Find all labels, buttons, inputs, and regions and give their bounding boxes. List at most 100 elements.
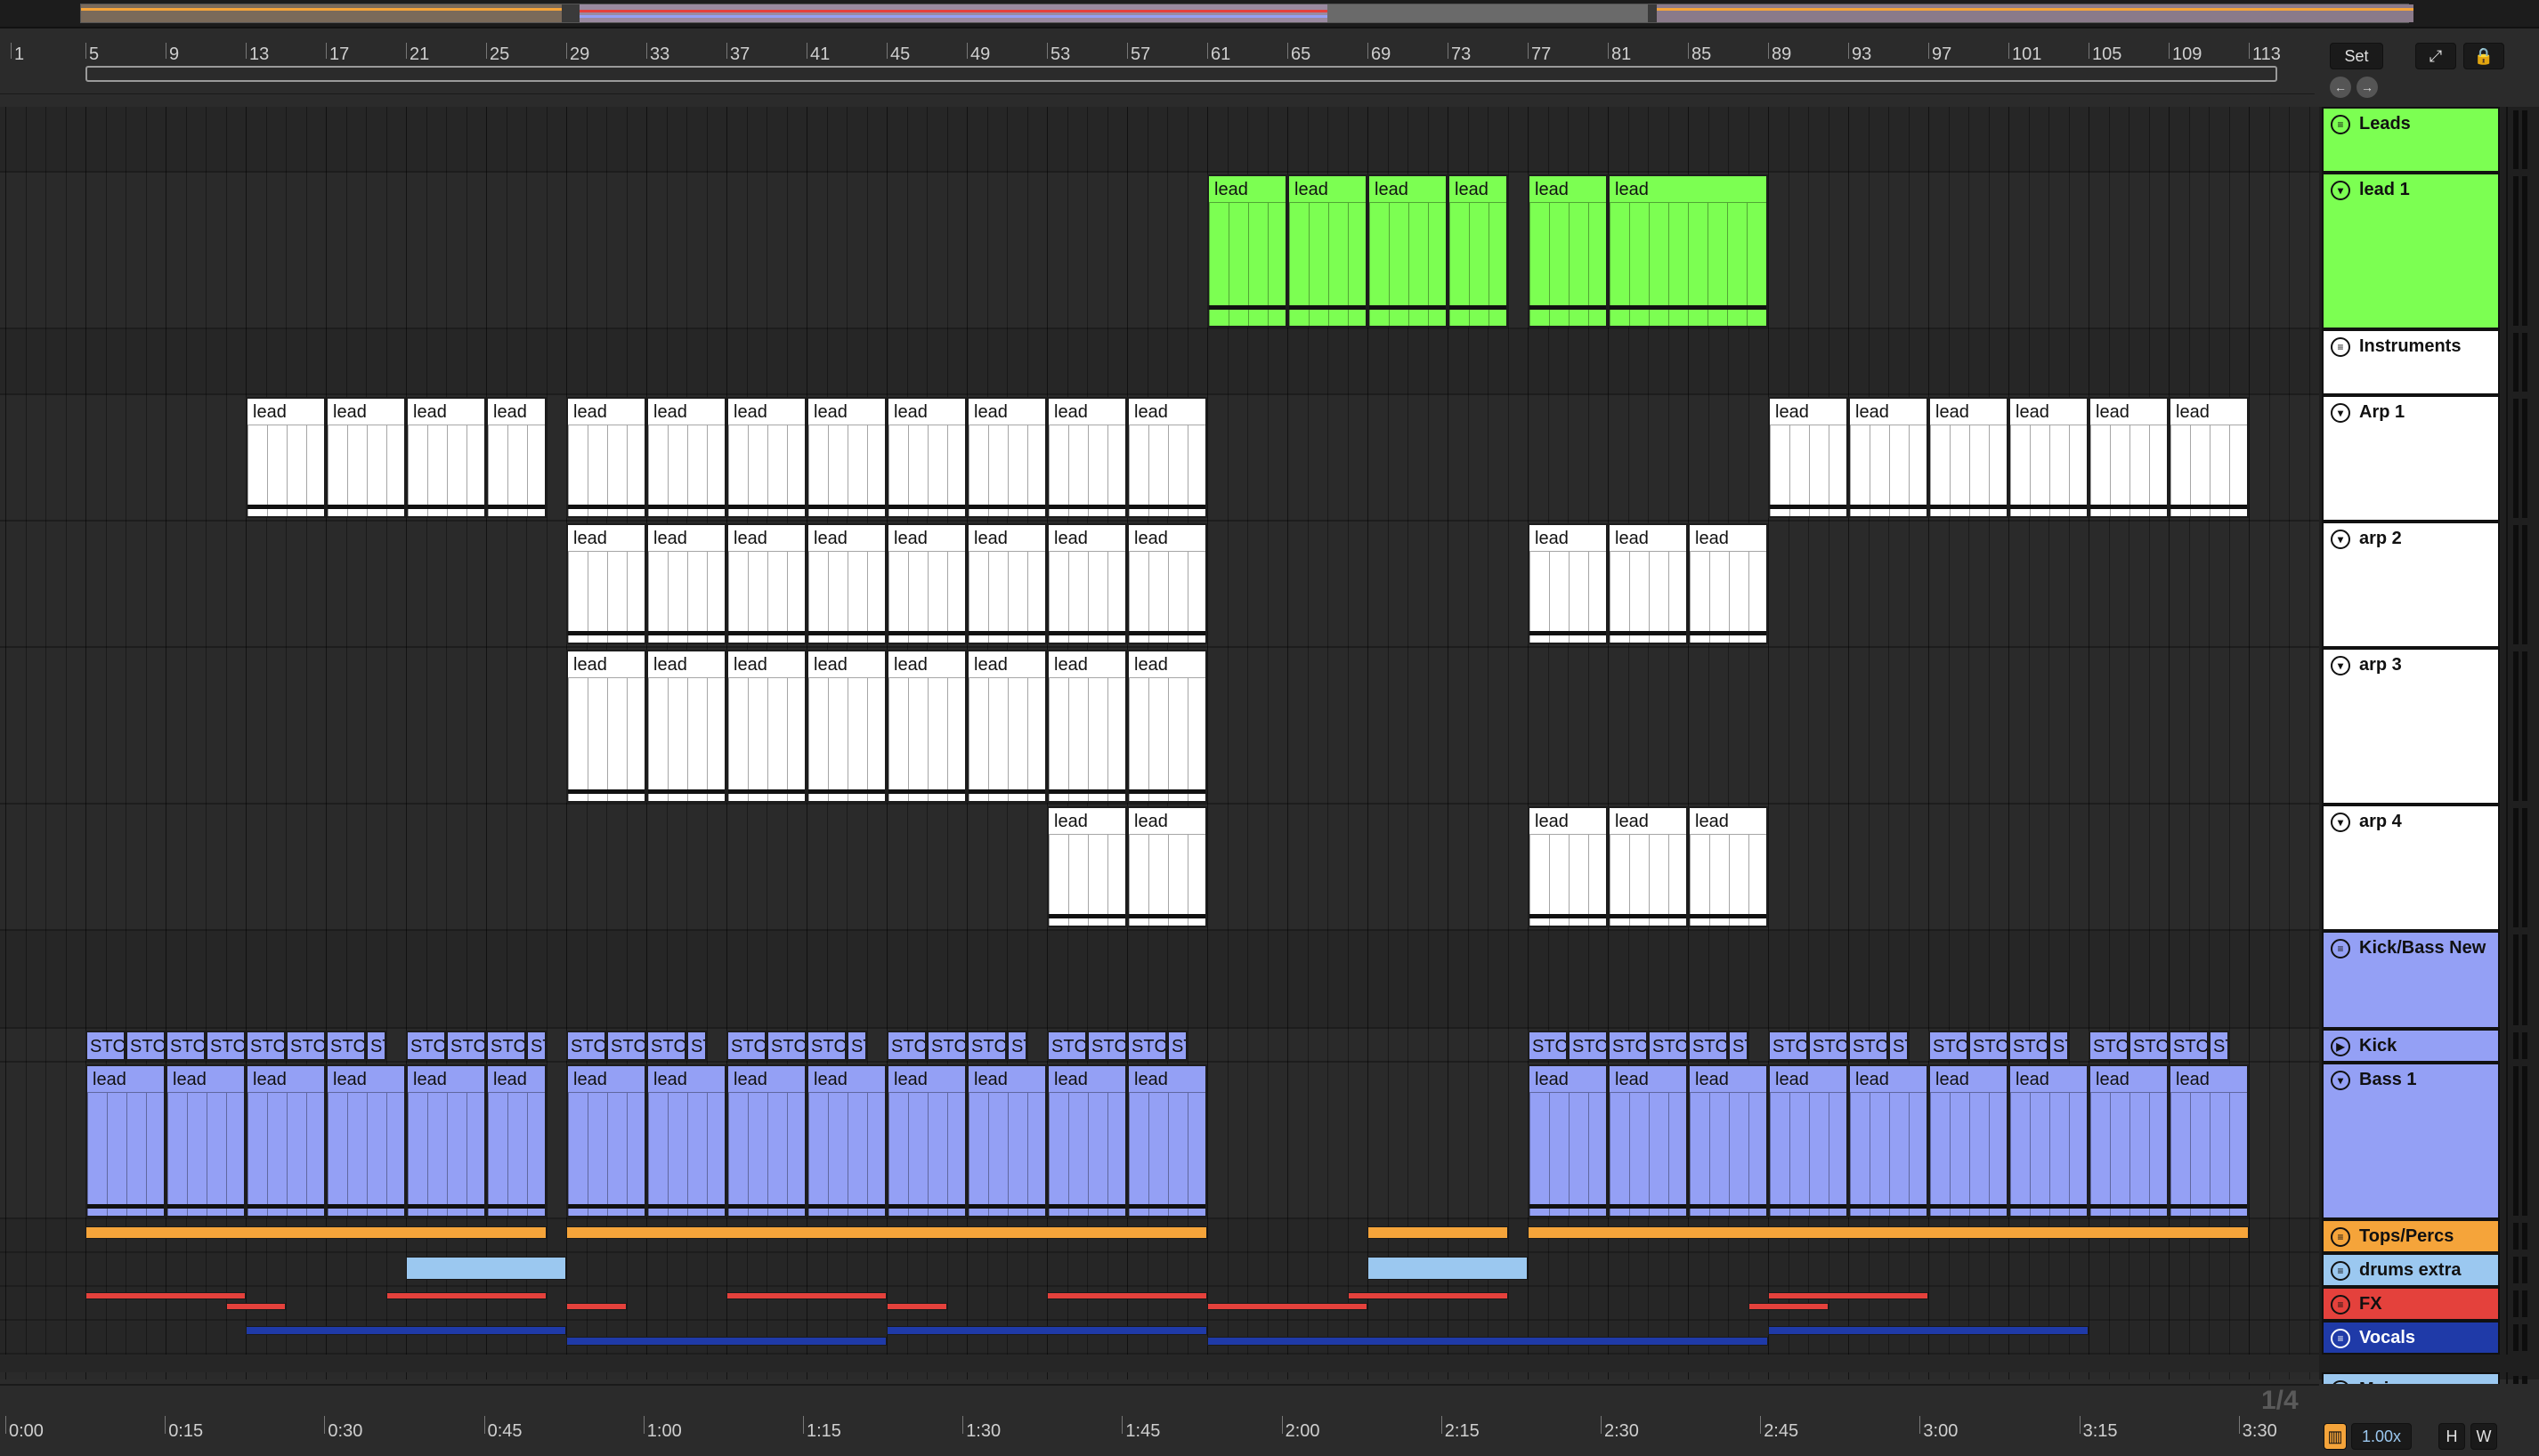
clip-arp1[interactable]: lead (807, 397, 887, 518)
track-header-drumsx[interactable]: ≡ drums extra (2322, 1253, 2500, 1287)
arrow-left-icon[interactable]: ← (2330, 77, 2351, 98)
clip-kick[interactable]: ST (1728, 1031, 1748, 1061)
clip-tops[interactable] (85, 1226, 547, 1239)
clip-kick[interactable]: STC (206, 1031, 246, 1061)
lane-drumsx[interactable] (0, 1253, 2319, 1287)
clip-bass1[interactable]: lead (1127, 1064, 1207, 1217)
clip-fx[interactable] (1207, 1303, 1367, 1310)
clip-kick[interactable]: STC (1047, 1031, 1087, 1061)
play-icon[interactable]: ▶ (2331, 1036, 2350, 1056)
clip-kick[interactable]: STC (767, 1031, 807, 1061)
clip-fx[interactable] (1347, 1292, 1508, 1299)
clip-kick[interactable]: STC (1608, 1031, 1648, 1061)
clip-bass1[interactable]: lead (887, 1064, 967, 1217)
clip-kick[interactable]: STC (1648, 1031, 1688, 1061)
clip-arp3[interactable]: lead (726, 650, 807, 803)
clip-kick[interactable]: STC (1928, 1031, 1968, 1061)
group-icon[interactable]: ≡ (2331, 1294, 2350, 1314)
clip-arp2[interactable]: lead (1688, 523, 1768, 644)
clip-kick[interactable]: STC (1968, 1031, 2008, 1061)
clip-kick[interactable]: STC (166, 1031, 206, 1061)
clip-arp4[interactable]: lead (1047, 806, 1127, 927)
clip-kick[interactable]: STC (1087, 1031, 1127, 1061)
clip-fx[interactable] (887, 1303, 947, 1310)
clip-kick[interactable]: STC (126, 1031, 166, 1061)
clip-kick[interactable]: STC (2089, 1031, 2129, 1061)
group-icon[interactable]: ≡ (2331, 1260, 2350, 1281)
clip-arp2[interactable]: lead (1528, 523, 1608, 644)
clip-bass1[interactable]: lead (2169, 1064, 2249, 1217)
clip-lead1[interactable]: lead (1287, 174, 1367, 328)
clip-arp1[interactable]: lead (1848, 397, 1928, 518)
clip-lead1[interactable]: lead (1528, 174, 1608, 328)
clip-bass1[interactable]: lead (646, 1064, 726, 1217)
zoom-value[interactable]: 1.00x (2351, 1423, 2412, 1450)
clip-lead1[interactable]: lead (1448, 174, 1508, 328)
track-header-kick[interactable]: ▶ Kick (2322, 1029, 2500, 1063)
clip-arp3[interactable]: lead (566, 650, 646, 803)
lane-kickbass[interactable] (0, 931, 2319, 1029)
lane-leads[interactable] (0, 107, 2319, 173)
clip-bass1[interactable]: lead (2089, 1064, 2169, 1217)
clip-fx[interactable] (1768, 1292, 1928, 1299)
clip-arp4[interactable]: lead (1608, 806, 1688, 927)
clip-kick[interactable]: STC (1848, 1031, 1888, 1061)
w-button[interactable]: W (2470, 1423, 2497, 1450)
clip-arp1[interactable]: lead (1127, 397, 1207, 518)
clip-fx[interactable] (225, 1303, 286, 1310)
clip-arp2[interactable]: lead (807, 523, 887, 644)
clip-vocals[interactable] (566, 1337, 887, 1346)
clip-kick[interactable]: STC (2169, 1031, 2209, 1061)
clip-kick[interactable]: STC (246, 1031, 286, 1061)
clip-bass1[interactable]: lead (566, 1064, 646, 1217)
clip-arp3[interactable]: lead (1047, 650, 1127, 803)
clip-arp2[interactable]: lead (726, 523, 807, 644)
clip-kick[interactable]: ST (1888, 1031, 1909, 1061)
clip-arp2[interactable]: lead (566, 523, 646, 644)
clip-bass1[interactable]: lead (486, 1064, 547, 1217)
clip-vocals[interactable] (887, 1326, 1207, 1335)
clip-kick[interactable]: STC (566, 1031, 606, 1061)
clip-fx[interactable] (85, 1292, 246, 1299)
clip-kick[interactable]: STC (606, 1031, 646, 1061)
clip-arp1[interactable]: lead (1047, 397, 1127, 518)
clip-fx[interactable] (726, 1292, 887, 1299)
track-header-arp4[interactable]: ▾ arp 4 (2322, 805, 2500, 931)
group-icon[interactable]: ≡ (2331, 336, 2350, 357)
fold-icon[interactable]: ▾ (2331, 812, 2350, 832)
clip-arp1[interactable]: lead (2089, 397, 2169, 518)
clip-arp3[interactable]: lead (887, 650, 967, 803)
clip-drumsx[interactable] (1367, 1257, 1528, 1280)
clip-arp2[interactable]: lead (967, 523, 1047, 644)
clip-tops[interactable] (566, 1226, 1207, 1239)
loop-brace[interactable] (85, 66, 2277, 82)
clip-kick[interactable]: STC (446, 1031, 486, 1061)
clip-kick[interactable]: STC (1808, 1031, 1848, 1061)
clip-arp4[interactable]: lead (1127, 806, 1207, 927)
clip-arp3[interactable]: lead (1127, 650, 1207, 803)
clip-kick[interactable]: STC (326, 1031, 366, 1061)
clip-bass1[interactable]: lead (2008, 1064, 2089, 1217)
clip-kick[interactable]: ST (366, 1031, 386, 1061)
arrow-right-icon[interactable]: → (2356, 77, 2378, 98)
clip-arp3[interactable]: lead (967, 650, 1047, 803)
expand-icon[interactable]: ⤢ (2415, 43, 2456, 69)
clip-arp1[interactable]: lead (726, 397, 807, 518)
clip-bass1[interactable]: lead (1688, 1064, 1768, 1217)
clip-bass1[interactable]: lead (967, 1064, 1047, 1217)
clip-arp2[interactable]: lead (1608, 523, 1688, 644)
clip-kick[interactable]: STC (1768, 1031, 1808, 1061)
clip-arp2[interactable]: lead (1047, 523, 1127, 644)
track-header-instruments[interactable]: ≡ Instruments (2322, 329, 2500, 395)
clip-kick[interactable]: STC (887, 1031, 927, 1061)
clip-kick[interactable]: STC (2008, 1031, 2048, 1061)
clip-bass1[interactable]: lead (246, 1064, 326, 1217)
grid-size-label[interactable]: 1/4 (2261, 1386, 2299, 1416)
clip-kick[interactable]: STC (1568, 1031, 1608, 1061)
group-icon[interactable]: ≡ (2331, 1328, 2350, 1348)
clip-arp1[interactable]: lead (326, 397, 406, 518)
clip-kick[interactable]: STC (85, 1031, 126, 1061)
clip-vocals[interactable] (1768, 1326, 2089, 1335)
clip-arp1[interactable]: lead (1928, 397, 2008, 518)
clip-kick[interactable]: STC (726, 1031, 767, 1061)
